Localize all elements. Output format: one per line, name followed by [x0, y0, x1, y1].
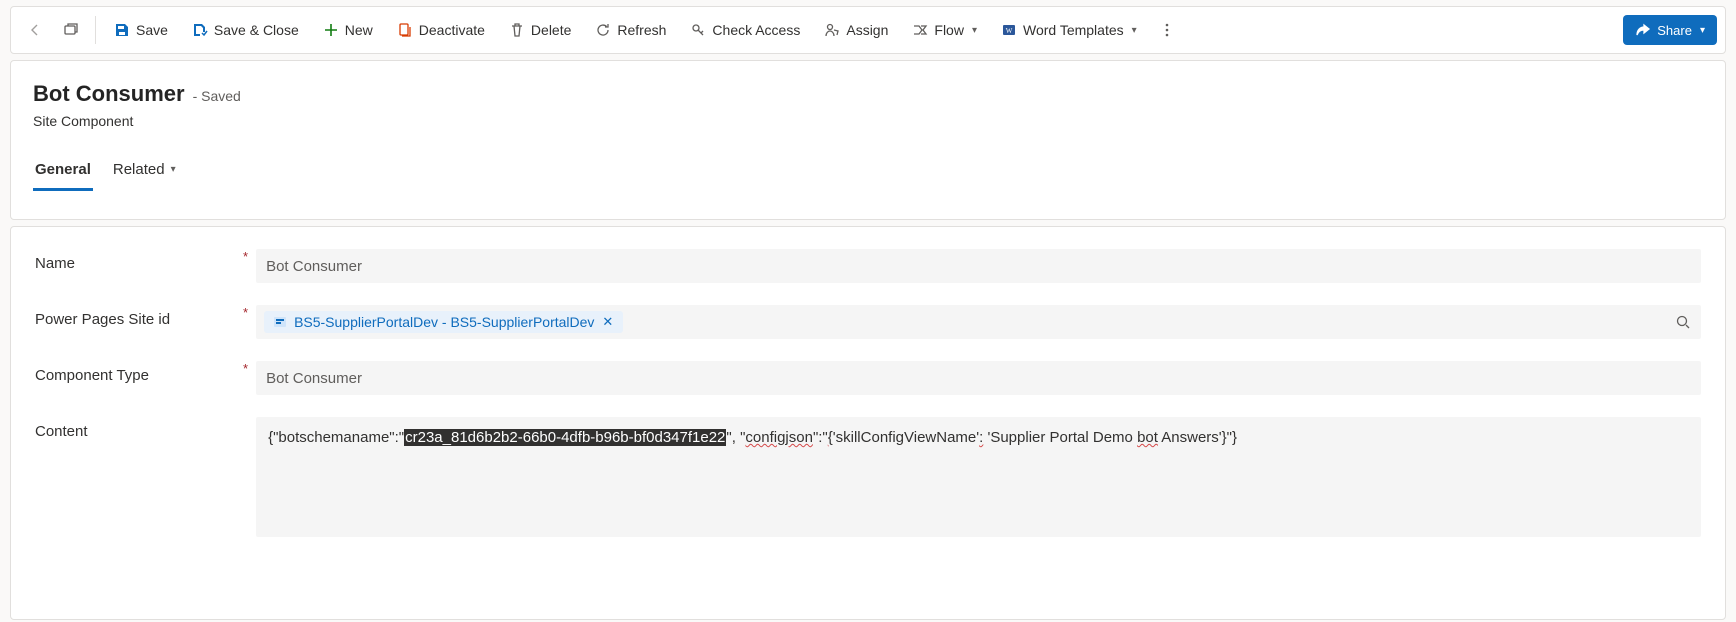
row-site-id: Power Pages Site id * BS5-SupplierPortal…: [35, 305, 1701, 339]
tab-list: General Related ▾: [33, 155, 1703, 191]
chevron-down-icon: ▾: [1700, 25, 1705, 36]
tab-related[interactable]: Related ▾: [111, 155, 178, 191]
page-header-card: Bot Consumer - Saved Site Component Gene…: [10, 60, 1726, 220]
more-vertical-icon: [1159, 22, 1175, 38]
word-templates-button[interactable]: W Word Templates ▾: [991, 13, 1147, 47]
refresh-icon: [595, 22, 611, 38]
field-name[interactable]: Bot Consumer: [256, 249, 1701, 283]
tab-related-label: Related: [113, 161, 165, 178]
word-templates-label: Word Templates: [1023, 22, 1124, 38]
label-site-id-text: Power Pages Site id: [35, 311, 170, 328]
form-card: Name * Bot Consumer Power Pages Site id …: [10, 226, 1726, 620]
lookup-remove-button[interactable]: ✕: [600, 314, 615, 330]
label-content-text: Content: [35, 423, 88, 440]
check-access-button[interactable]: Check Access: [680, 13, 810, 47]
tab-general[interactable]: General: [33, 155, 93, 191]
content-text: Answers'}"}: [1158, 429, 1237, 446]
tab-general-label: General: [35, 161, 91, 178]
command-bar: Save Save & Close New Deactivate Delete …: [10, 6, 1726, 54]
save-close-button[interactable]: Save & Close: [182, 13, 309, 47]
save-button[interactable]: Save: [104, 13, 178, 47]
entity-name: Site Component: [33, 113, 1703, 129]
save-label: Save: [136, 22, 168, 38]
share-icon: [1635, 22, 1651, 38]
save-status: - Saved: [193, 88, 241, 104]
flow-label: Flow: [934, 22, 964, 38]
share-button[interactable]: Share ▾: [1623, 15, 1717, 45]
content-selected-text: cr23a_81d6b2b2-66b0-4dfb-b96b-bf0d347f1e…: [404, 429, 726, 446]
label-component-type-text: Component Type: [35, 367, 149, 384]
lookup-chip[interactable]: BS5-SupplierPortalDev - BS5-SupplierPort…: [264, 311, 623, 333]
entity-icon: [272, 314, 288, 330]
assign-icon: [824, 22, 840, 38]
deactivate-icon: [397, 22, 413, 38]
delete-label: Delete: [531, 22, 571, 38]
toolbar-divider: [95, 16, 96, 44]
lookup-chip-text: BS5-SupplierPortalDev - BS5-SupplierPort…: [294, 314, 594, 330]
label-site-id: Power Pages Site id: [35, 305, 235, 328]
row-component-type: Component Type * Bot Consumer: [35, 361, 1701, 395]
label-name-text: Name: [35, 255, 75, 272]
label-content: Content: [35, 417, 235, 440]
content-text: ":": [813, 429, 828, 446]
page-header: Bot Consumer - Saved: [33, 81, 1703, 107]
new-button[interactable]: New: [313, 13, 383, 47]
back-button[interactable]: [19, 13, 51, 47]
word-icon: W: [1001, 22, 1017, 38]
save-close-label: Save & Close: [214, 22, 299, 38]
search-icon[interactable]: [1675, 314, 1691, 330]
plus-icon: [323, 22, 339, 38]
check-access-label: Check Access: [712, 22, 800, 38]
content-text: 'Supplier Portal Demo: [983, 429, 1137, 446]
svg-text:W: W: [1006, 27, 1013, 35]
deactivate-button[interactable]: Deactivate: [387, 13, 495, 47]
save-icon: [114, 22, 130, 38]
field-site-id[interactable]: BS5-SupplierPortalDev - BS5-SupplierPort…: [256, 305, 1701, 339]
save-close-icon: [192, 22, 208, 38]
open-new-window-button[interactable]: [55, 13, 87, 47]
row-name: Name * Bot Consumer: [35, 249, 1701, 283]
label-component-type: Component Type: [35, 361, 235, 384]
content-text: {"botschemaname":": [268, 429, 404, 446]
popout-icon: [63, 22, 79, 38]
field-name-value: Bot Consumer: [266, 258, 362, 275]
delete-button[interactable]: Delete: [499, 13, 581, 47]
required-indicator: *: [243, 305, 248, 320]
content-text: bot: [1137, 429, 1158, 446]
overflow-button[interactable]: [1151, 13, 1183, 47]
assign-label: Assign: [846, 22, 888, 38]
chevron-down-icon: ▾: [1132, 25, 1137, 36]
content-text: 'skillConfigViewName': [833, 429, 979, 446]
field-content[interactable]: {"botschemaname":"cr23a_81d6b2b2-66b0-4d…: [256, 417, 1701, 537]
deactivate-label: Deactivate: [419, 22, 485, 38]
row-content: Content * {"botschemaname":"cr23a_81d6b2…: [35, 417, 1701, 537]
flow-button[interactable]: Flow ▾: [902, 13, 987, 47]
label-name: Name: [35, 249, 235, 272]
page-title: Bot Consumer: [33, 81, 185, 107]
share-label: Share: [1657, 23, 1692, 38]
field-component-type-value: Bot Consumer: [266, 370, 362, 387]
assign-button[interactable]: Assign: [814, 13, 898, 47]
trash-icon: [509, 22, 525, 38]
new-label: New: [345, 22, 373, 38]
flow-icon: [912, 22, 928, 38]
required-indicator: *: [243, 361, 248, 376]
refresh-button[interactable]: Refresh: [585, 13, 676, 47]
chevron-down-icon: ▾: [972, 25, 977, 36]
required-indicator: *: [243, 249, 248, 264]
arrow-left-icon: [27, 22, 43, 38]
field-component-type[interactable]: Bot Consumer: [256, 361, 1701, 395]
key-icon: [690, 22, 706, 38]
refresh-label: Refresh: [617, 22, 666, 38]
content-text: ", ": [726, 429, 745, 446]
chevron-down-icon: ▾: [171, 164, 176, 175]
content-text: configjson: [745, 429, 813, 446]
